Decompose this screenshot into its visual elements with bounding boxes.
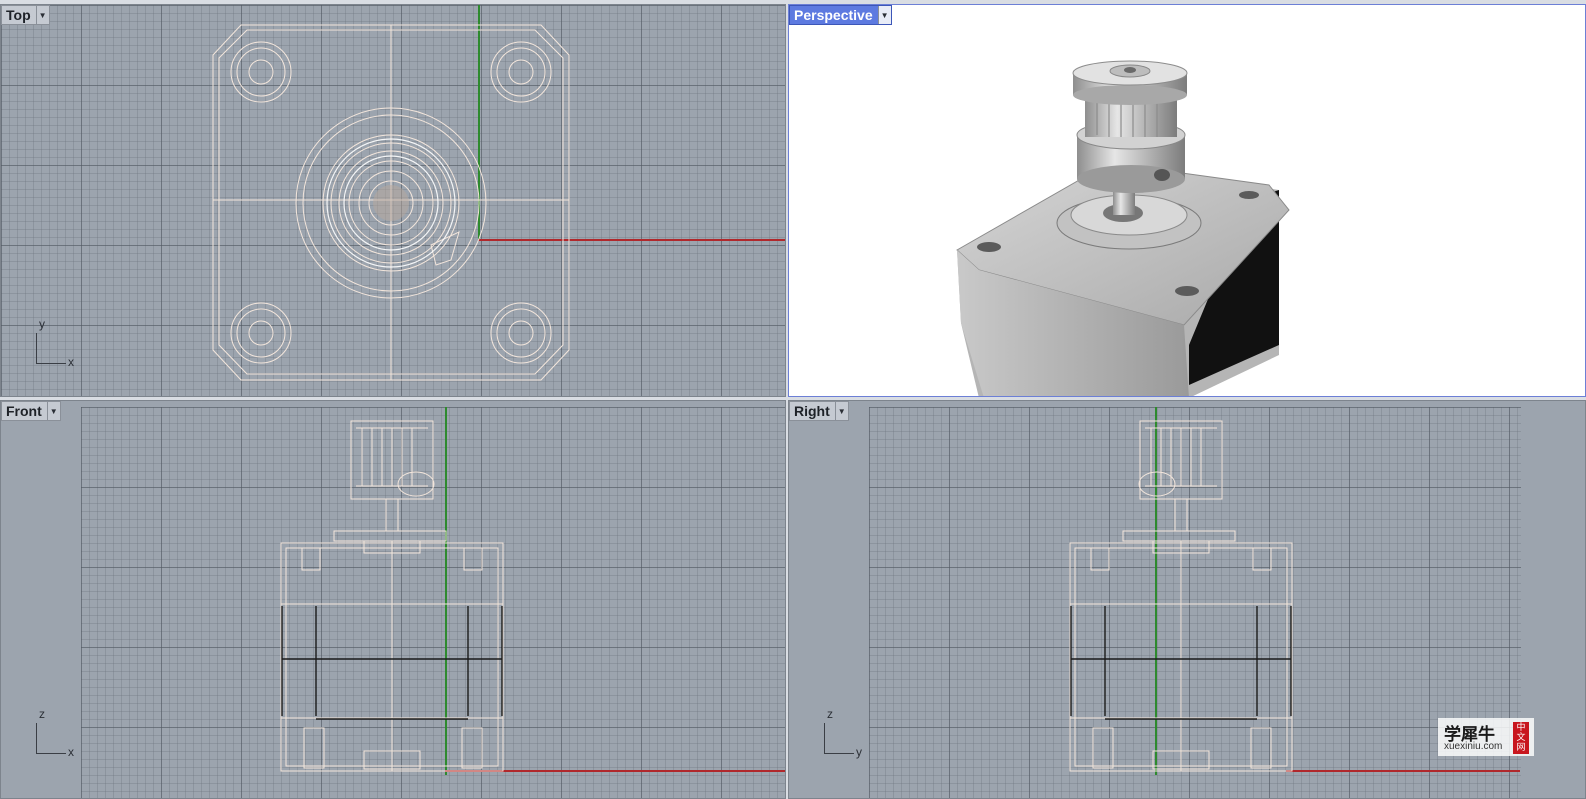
axis-triad: y x	[36, 317, 76, 369]
viewport-top[interactable]: y x Top ▼	[0, 4, 786, 397]
viewport-title-right[interactable]: Right ▼	[789, 401, 849, 421]
axis-label-horizontal: y	[856, 745, 862, 759]
watermark-logo: 学犀牛 xuexiniu.com 中文网	[1438, 718, 1534, 756]
viewport-front[interactable]: z x Front ▼	[0, 400, 786, 799]
axis-label-horizontal: x	[68, 745, 74, 759]
motor-front-wireframe	[280, 420, 504, 772]
viewport-title-front[interactable]: Front ▼	[1, 401, 61, 421]
watermark-url: xuexiniu.com	[1444, 741, 1503, 752]
axis-label-vertical: y	[39, 317, 45, 331]
viewport-title-top[interactable]: Top ▼	[1, 5, 50, 25]
viewport-title-perspective[interactable]: Perspective ▼	[789, 5, 892, 25]
axis-label-vertical: z	[827, 707, 833, 721]
chevron-down-icon[interactable]: ▼	[35, 6, 49, 24]
axis-triad: z y	[824, 707, 864, 759]
motor-shaded-render	[956, 60, 1290, 396]
watermark-seal: 中文网	[1513, 722, 1529, 754]
viewport-title-label: Top	[6, 7, 31, 23]
axis-label-vertical: z	[39, 707, 45, 721]
viewport-perspective[interactable]: Perspective ▼	[788, 4, 1586, 397]
world-y-axis	[1286, 770, 1520, 772]
axis-triad: z x	[36, 707, 76, 759]
axis-label-horizontal: x	[68, 355, 74, 369]
chevron-down-icon[interactable]: ▼	[46, 402, 60, 420]
viewport-title-label: Right	[794, 403, 830, 419]
motor-top-wireframe	[212, 24, 570, 381]
motor-right-wireframe	[1069, 420, 1293, 772]
chevron-down-icon[interactable]: ▼	[877, 6, 891, 24]
viewport-title-label: Front	[6, 403, 42, 419]
chevron-down-icon[interactable]: ▼	[834, 402, 848, 420]
viewport-title-label: Perspective	[794, 7, 873, 23]
